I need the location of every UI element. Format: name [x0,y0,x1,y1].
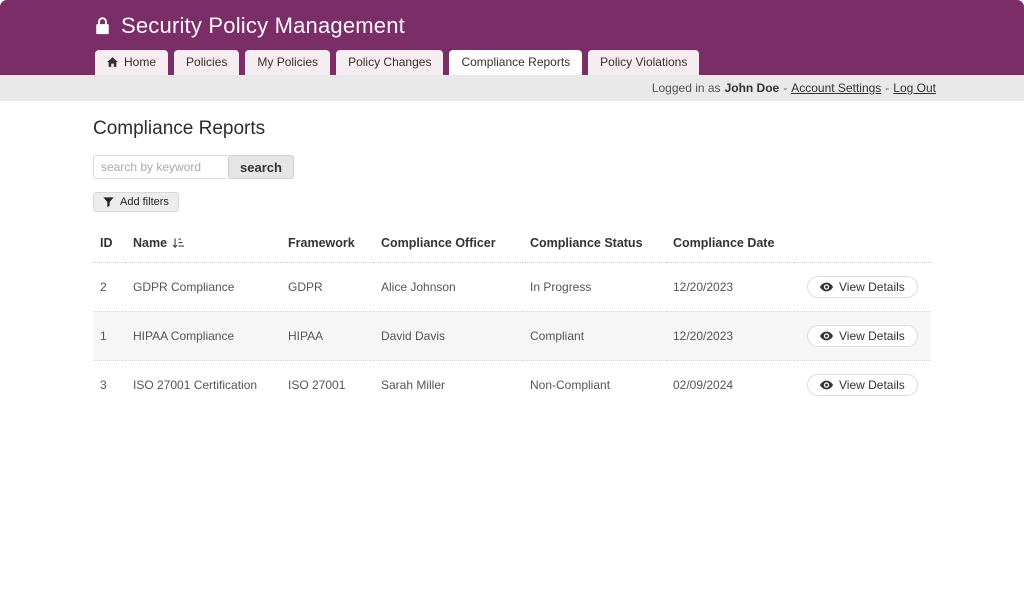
cell-name: HIPAA Compliance [126,312,281,361]
cell-framework: GDPR [281,263,374,312]
sort-amount-icon[interactable] [172,237,185,249]
tab-policy-violations[interactable]: Policy Violations [588,50,699,75]
col-header-compliance-status: Compliance Status [523,226,666,263]
cell-officer: David Davis [374,312,523,361]
account-settings-link[interactable]: Account Settings [791,81,881,95]
separator: - [783,81,787,95]
username: John Doe [725,81,780,95]
cell-status: Non-Compliant [523,361,666,410]
view-details-button[interactable]: View Details [807,276,918,298]
cell-id: 3 [93,361,126,410]
tab-policy-changes[interactable]: Policy Changes [336,50,443,75]
col-header-id: ID [93,226,126,263]
title-row: Security Policy Management [0,0,1024,39]
tab-label: Policy Changes [348,55,431,69]
view-details-label: View Details [839,329,905,343]
cell-framework: ISO 27001 [281,361,374,410]
cell-date: 12/20/2023 [666,312,794,361]
separator: - [885,81,889,95]
eye-icon [820,380,833,390]
tab-label: Policies [186,55,227,69]
col-header-label: Name [133,236,167,250]
table-header-row: ID Name Framework Compliance Officer Complia… [93,226,931,263]
search-button[interactable]: search [228,155,294,179]
col-header-label: Compliance Officer [381,236,496,250]
col-header-compliance-officer: Compliance Officer [374,226,523,263]
col-header-name[interactable]: Name [126,226,281,263]
view-details-button[interactable]: View Details [807,374,918,396]
cell-id: 1 [93,312,126,361]
app-header: Security Policy Management Home Policies M… [0,0,1024,75]
page-title: Compliance Reports [93,118,931,140]
col-header-label: Compliance Date [673,236,774,250]
tab-my-policies[interactable]: My Policies [245,50,330,75]
cell-actions: View Details [794,312,931,361]
table-header: ID Name Framework Compliance Officer Complia… [93,226,931,263]
tab-compliance-reports[interactable]: Compliance Reports [449,50,582,75]
add-filters-label: Add filters [120,196,169,208]
tab-label: Home [124,55,156,69]
col-header-label: Compliance Status [530,236,643,250]
col-header-label: ID [100,236,113,250]
col-header-actions [794,226,931,263]
eye-icon [820,282,833,292]
cell-status: Compliant [523,312,666,361]
cell-officer: Sarah Miller [374,361,523,410]
tab-label: Compliance Reports [461,55,570,69]
cell-date: 12/20/2023 [666,263,794,312]
view-details-label: View Details [839,280,905,294]
search-input[interactable] [93,155,228,179]
cell-name: GDPR Compliance [126,263,281,312]
table-row: 2GDPR ComplianceGDPRAlice JohnsonIn Prog… [93,263,931,312]
cell-id: 2 [93,263,126,312]
col-header-framework: Framework [281,226,374,263]
cell-date: 02/09/2024 [666,361,794,410]
view-details-label: View Details [839,378,905,392]
tab-home[interactable]: Home [95,50,168,75]
search-row: search [93,155,931,179]
view-details-button[interactable]: View Details [807,325,918,347]
cell-officer: Alice Johnson [374,263,523,312]
home-icon [107,57,118,67]
tab-bar: Home Policies My Policies Policy Changes Com… [95,50,699,75]
compliance-table: ID Name Framework Compliance Officer Complia… [93,226,931,409]
funnel-icon [103,197,114,208]
main-content: Compliance Reports search Add filters ID… [0,101,1024,409]
lock-icon [95,17,110,35]
tab-label: My Policies [257,55,318,69]
tab-policies[interactable]: Policies [174,50,239,75]
table-row: 1HIPAA ComplianceHIPAADavid DavisComplia… [93,312,931,361]
add-filters-button[interactable]: Add filters [93,192,179,212]
col-header-label: Framework [288,236,355,250]
log-out-link[interactable]: Log Out [893,81,936,95]
cell-actions: View Details [794,361,931,410]
col-header-compliance-date: Compliance Date [666,226,794,263]
logged-in-prefix: Logged in as [652,81,721,95]
table-row: 3ISO 27001 CertificationISO 27001Sarah M… [93,361,931,410]
table-body: 2GDPR ComplianceGDPRAlice JohnsonIn Prog… [93,263,931,410]
app-title: Security Policy Management [121,13,405,39]
cell-framework: HIPAA [281,312,374,361]
cell-name: ISO 27001 Certification [126,361,281,410]
eye-icon [820,331,833,341]
user-bar: Logged in as John Doe - Account Settings… [0,75,1024,101]
cell-actions: View Details [794,263,931,312]
tab-label: Policy Violations [600,55,687,69]
cell-status: In Progress [523,263,666,312]
